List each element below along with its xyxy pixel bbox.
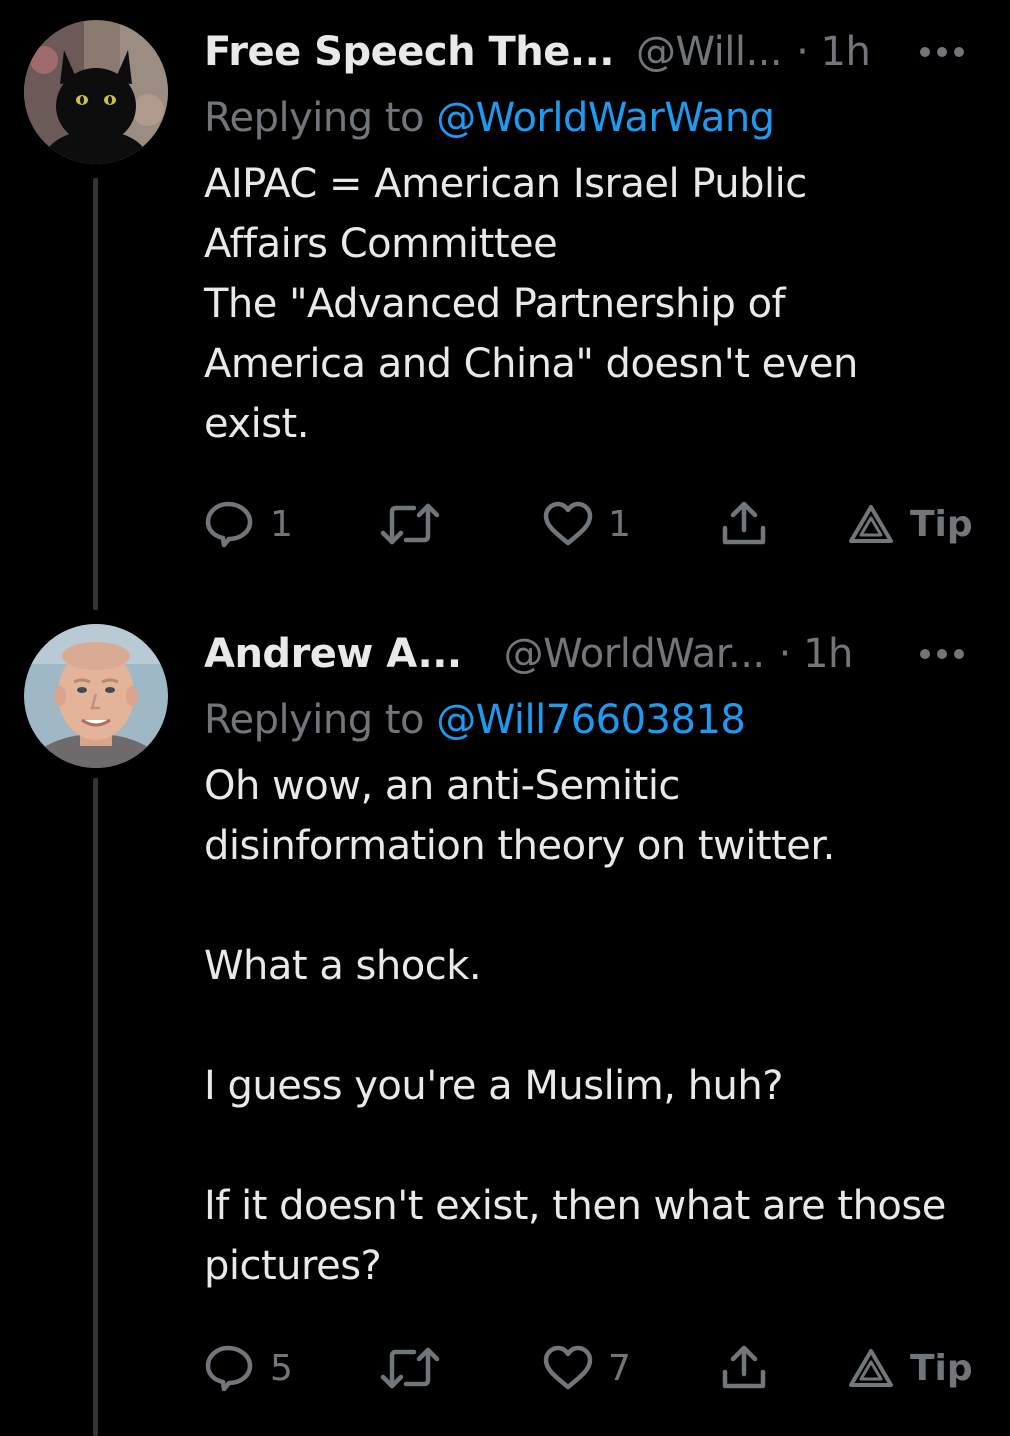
avatar[interactable] xyxy=(24,20,168,164)
tweet-text: AIPAC = American Israel Public Affairs C… xyxy=(204,154,994,454)
tweet-text: Oh wow, an anti-Semitic disinformation t… xyxy=(204,756,994,1296)
retweet-button[interactable] xyxy=(380,494,440,554)
timestamp[interactable]: · 1h xyxy=(779,624,854,684)
tip-button[interactable]: Tip xyxy=(848,494,973,554)
tip-label: Tip xyxy=(910,1347,973,1389)
tweet-text-line: America and China" doesn't even xyxy=(204,341,858,387)
tip-label: Tip xyxy=(910,503,973,545)
tweet-header: Andrew A... @WorldWar... · 1h xyxy=(204,624,970,684)
tweet-text-line: Oh wow, an anti-Semitic xyxy=(204,763,680,809)
tip-button[interactable]: Tip xyxy=(848,1338,973,1398)
replying-to-line: Replying to @WorldWarWang xyxy=(204,88,775,148)
tweet-text-line: exist. xyxy=(204,401,309,447)
retweet-icon xyxy=(380,503,440,545)
thread-line xyxy=(93,178,98,610)
like-count: 7 xyxy=(608,1347,631,1389)
tip-triangle-icon xyxy=(849,505,893,543)
tweet-text-line xyxy=(204,1116,994,1176)
replying-to-mention[interactable]: @Will76603818 xyxy=(436,697,746,743)
black-cat-avatar-icon xyxy=(24,20,168,164)
tweet-text-line: pictures? xyxy=(204,1243,382,1289)
replying-to-label: Replying to xyxy=(204,697,437,743)
tweet-text-line: disinformation theory on twitter. xyxy=(204,823,835,869)
reply-count: 1 xyxy=(270,503,293,545)
thread-line xyxy=(93,778,98,1436)
replying-to-label: Replying to xyxy=(204,95,437,141)
more-options-icon[interactable] xyxy=(914,624,970,684)
like-button[interactable]: 7 xyxy=(542,1338,631,1398)
heart-icon xyxy=(543,1345,593,1390)
tweet-text-line: If it doesn't exist, then what are those xyxy=(204,1183,946,1229)
tweet-text-line xyxy=(204,996,994,1056)
more-options-icon[interactable] xyxy=(914,22,970,82)
replying-to-line: Replying to @Will76603818 xyxy=(204,690,746,750)
reply-button[interactable]: 5 xyxy=(204,1338,293,1398)
share-button[interactable] xyxy=(720,1338,768,1398)
share-icon xyxy=(722,1345,766,1389)
action-bar: 1 1 Tip xyxy=(204,494,974,554)
tweet-header: Free Speech The... @Will... · 1h xyxy=(204,22,970,82)
tweet-text-line: I guess you're a Muslim, huh? xyxy=(204,1063,783,1109)
display-name[interactable]: Andrew A... xyxy=(204,624,462,684)
replying-to-mention[interactable]: @WorldWarWang xyxy=(436,95,775,141)
user-handle[interactable]: @Will... xyxy=(636,22,783,82)
timestamp[interactable]: · 1h xyxy=(796,22,871,82)
retweet-button[interactable] xyxy=(380,1338,440,1398)
tweet-2[interactable]: Andrew A... @WorldWar... · 1h Replying t… xyxy=(0,620,1010,1436)
share-icon xyxy=(722,501,766,545)
retweet-icon xyxy=(380,1347,440,1389)
tweet-text-line: AIPAC = American Israel Public xyxy=(204,161,807,207)
display-name[interactable]: Free Speech The... xyxy=(204,22,614,82)
avatar[interactable] xyxy=(24,624,168,768)
user-handle[interactable]: @WorldWar... xyxy=(504,624,766,684)
tweet-text-line: The "Advanced Partnership of xyxy=(204,281,786,327)
tweet-text-line: What a shock. xyxy=(204,943,482,989)
man-portrait-avatar-icon xyxy=(24,624,168,768)
like-count: 1 xyxy=(608,503,631,545)
reply-button[interactable]: 1 xyxy=(204,494,293,554)
action-bar: 5 7 Tip xyxy=(204,1338,974,1398)
reply-icon xyxy=(205,501,253,548)
tweet-1[interactable]: Free Speech The... @Will... · 1h Replyin… xyxy=(0,0,1010,620)
share-button[interactable] xyxy=(720,494,768,554)
reply-count: 5 xyxy=(270,1347,293,1389)
heart-icon xyxy=(543,501,593,546)
reply-icon xyxy=(205,1345,253,1392)
like-button[interactable]: 1 xyxy=(542,494,631,554)
tweet-text-line xyxy=(204,876,994,936)
tweet-text-line: Affairs Committee xyxy=(204,221,558,267)
tip-triangle-icon xyxy=(849,1349,893,1387)
